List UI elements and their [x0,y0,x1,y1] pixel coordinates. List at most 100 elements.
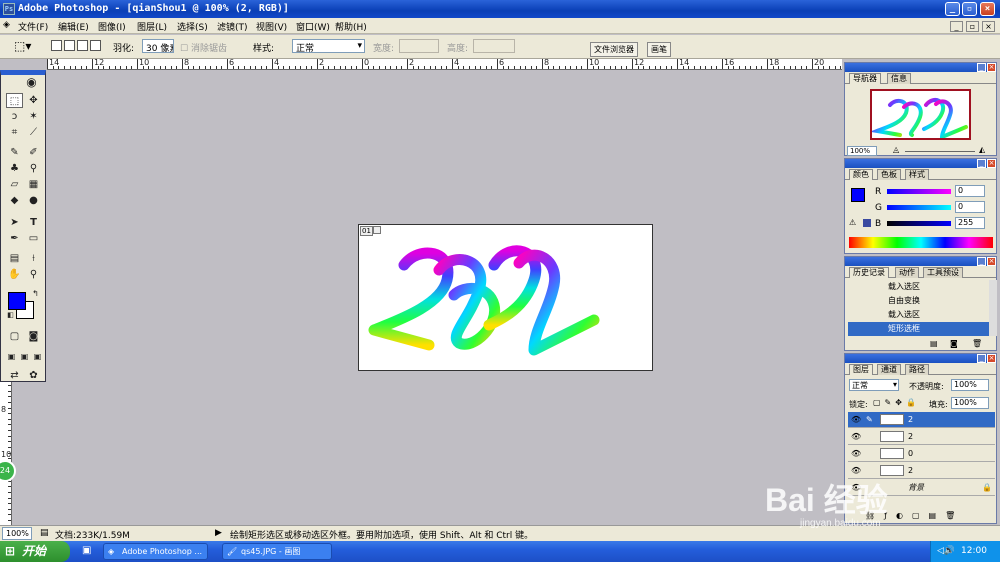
b-input[interactable]: 255 [955,217,985,229]
b-slider[interactable] [887,221,951,226]
gamut-swatch[interactable] [863,219,871,227]
file-browser-tab[interactable]: 文件浏览器 [590,42,638,57]
hand-tool[interactable]: ✋ [6,267,23,282]
doc-restore-button[interactable]: ▫ [966,21,979,32]
tab-tool-presets[interactable]: 工具预设 [923,267,963,278]
imageready-icon[interactable]: ⇄ [6,368,23,383]
magic-wand-tool[interactable]: ✶ [25,109,42,124]
lasso-tool[interactable]: ↄ [6,109,23,124]
task-paint[interactable]: 🖌 qs45.JPG - 画图 [222,543,332,560]
history-brush-tool[interactable]: ⚲ [25,161,42,176]
eye-icon[interactable]: 👁 [851,412,861,428]
navigator-preview[interactable] [869,89,971,141]
height-input[interactable] [473,39,515,53]
shape-tool[interactable]: ▭ [25,231,42,246]
path-select-tool[interactable]: ➤ [6,215,23,230]
tab-info[interactable]: 信息 [887,73,911,84]
zoom-input[interactable]: 100% [2,527,32,540]
tab-color[interactable]: 颜色 [849,169,873,180]
slice-tool[interactable]: ⟋ [25,125,42,140]
g-slider[interactable] [887,205,951,210]
type-tool[interactable]: T [25,215,42,230]
minimize-button[interactable]: _ [945,2,960,16]
tab-layers[interactable]: 图层 [849,364,873,375]
status-arrow-icon[interactable]: ▶ [215,528,222,538]
palette-close-icon[interactable]: × [987,257,996,266]
menu-view[interactable]: 视图(V) [256,20,287,33]
palette-minimize-icon[interactable]: _ [977,63,986,72]
swap-colors-icon[interactable]: ↰ [27,286,44,301]
standard-mode-icon[interactable]: ▢ [6,329,23,344]
palette-minimize-icon[interactable]: _ [977,354,986,363]
crop-tool[interactable]: ⌗ [6,125,23,140]
tray-icons[interactable]: ◁🔊 [937,541,955,562]
zoom-in-icon[interactable]: ◭ [979,145,985,154]
palette-minimize-icon[interactable]: _ [977,257,986,266]
side-badge[interactable]: 24 [0,460,16,482]
rect-marquee-tool[interactable]: ⬚ [6,93,23,108]
menu-select[interactable]: 选择(S) [177,20,208,33]
palette-close-icon[interactable]: × [987,63,996,72]
new-selection-icon[interactable] [51,40,62,51]
tab-swatches[interactable]: 色板 [877,169,901,180]
g-input[interactable]: 0 [955,201,985,213]
document-canvas[interactable]: 01 [358,224,653,371]
layer-row[interactable]: 👁 2 [848,429,995,445]
marquee-preset-icon[interactable]: ⬚▾ [14,39,31,53]
trash-icon[interactable]: 🗑 [972,339,982,348]
eye-icon[interactable]: 👁 [851,446,861,462]
layer-row[interactable]: 👁 0 [848,446,995,462]
zoom-out-icon[interactable]: ◬ [893,145,899,154]
opacity-input[interactable]: 100% [951,379,989,391]
pen-tool[interactable]: ✒ [6,231,23,246]
doc-close-button[interactable]: × [982,21,995,32]
menu-edit[interactable]: 编辑(E) [58,20,89,33]
antialias-checkbox[interactable]: ☐ 消除锯齿 [180,41,227,54]
history-item-selected[interactable]: 矩形选框 [848,322,990,336]
tab-styles[interactable]: 样式 [905,169,929,180]
history-item[interactable]: 载入选区 [848,308,990,322]
start-button[interactable]: ⊞ 开始 [0,541,70,562]
tab-actions[interactable]: 动作 [895,267,919,278]
fill-input[interactable]: 100% [951,397,989,409]
new-document-icon[interactable]: ▤ [930,339,938,348]
maximize-button[interactable]: ▫ [962,2,977,16]
ps-menu-icon[interactable]: ◈ [3,20,10,30]
width-input[interactable] [399,39,439,53]
clone-stamp-tool[interactable]: ♣ [6,161,23,176]
eraser-tool[interactable]: ▱ [6,177,23,192]
move-tool[interactable]: ✥ [25,93,42,108]
close-button[interactable]: × [980,2,995,16]
tab-history[interactable]: 历史记录 [849,267,889,278]
eyedropper-tool[interactable]: ⟊ [25,251,42,266]
color-ramp[interactable] [849,237,993,248]
menu-filter[interactable]: 滤镜(T) [217,20,248,33]
layer-row-selected[interactable]: 👁 ✎ 2 [848,412,995,428]
palette-close-icon[interactable]: × [987,354,996,363]
warning-icon[interactable]: ⚠ [849,218,856,227]
doc-minimize-button[interactable]: _ [950,21,963,32]
healing-brush-tool[interactable]: ✎ [6,145,23,160]
subtract-selection-icon[interactable] [77,40,88,51]
blend-mode-select[interactable]: 正常 ▾ [849,379,899,391]
palette-minimize-icon[interactable]: _ [977,159,986,168]
lock-icons[interactable]: ▢✎✥🔒 [873,398,920,407]
tab-navigator[interactable]: 导航器 [849,73,881,84]
r-slider[interactable] [887,189,951,194]
brush-tool[interactable]: ✐ [25,145,42,160]
history-scrollbar[interactable] [989,280,997,336]
blur-tool[interactable]: ◆ [6,193,23,208]
brushes-tab[interactable]: 画笔 [647,42,671,57]
navigator-zoom-input[interactable]: 100% [847,146,877,156]
palette-close-icon[interactable]: × [987,159,996,168]
r-input[interactable]: 0 [955,185,985,197]
menu-layer[interactable]: 图层(L) [137,20,167,33]
style-select[interactable]: 正常 ▾ [292,39,365,54]
jump-icon[interactable]: ✿ [25,368,42,383]
quick-mask-icon[interactable]: ◙ [25,329,42,344]
eye-icon[interactable]: 👁 [851,429,861,445]
screen-mode-full-icon[interactable]: ▣ [29,349,46,364]
desktop-icon[interactable]: ▣ [82,545,91,556]
zoom-tool[interactable]: ⚲ [25,267,42,282]
history-item[interactable]: 自由变换 [848,294,990,308]
